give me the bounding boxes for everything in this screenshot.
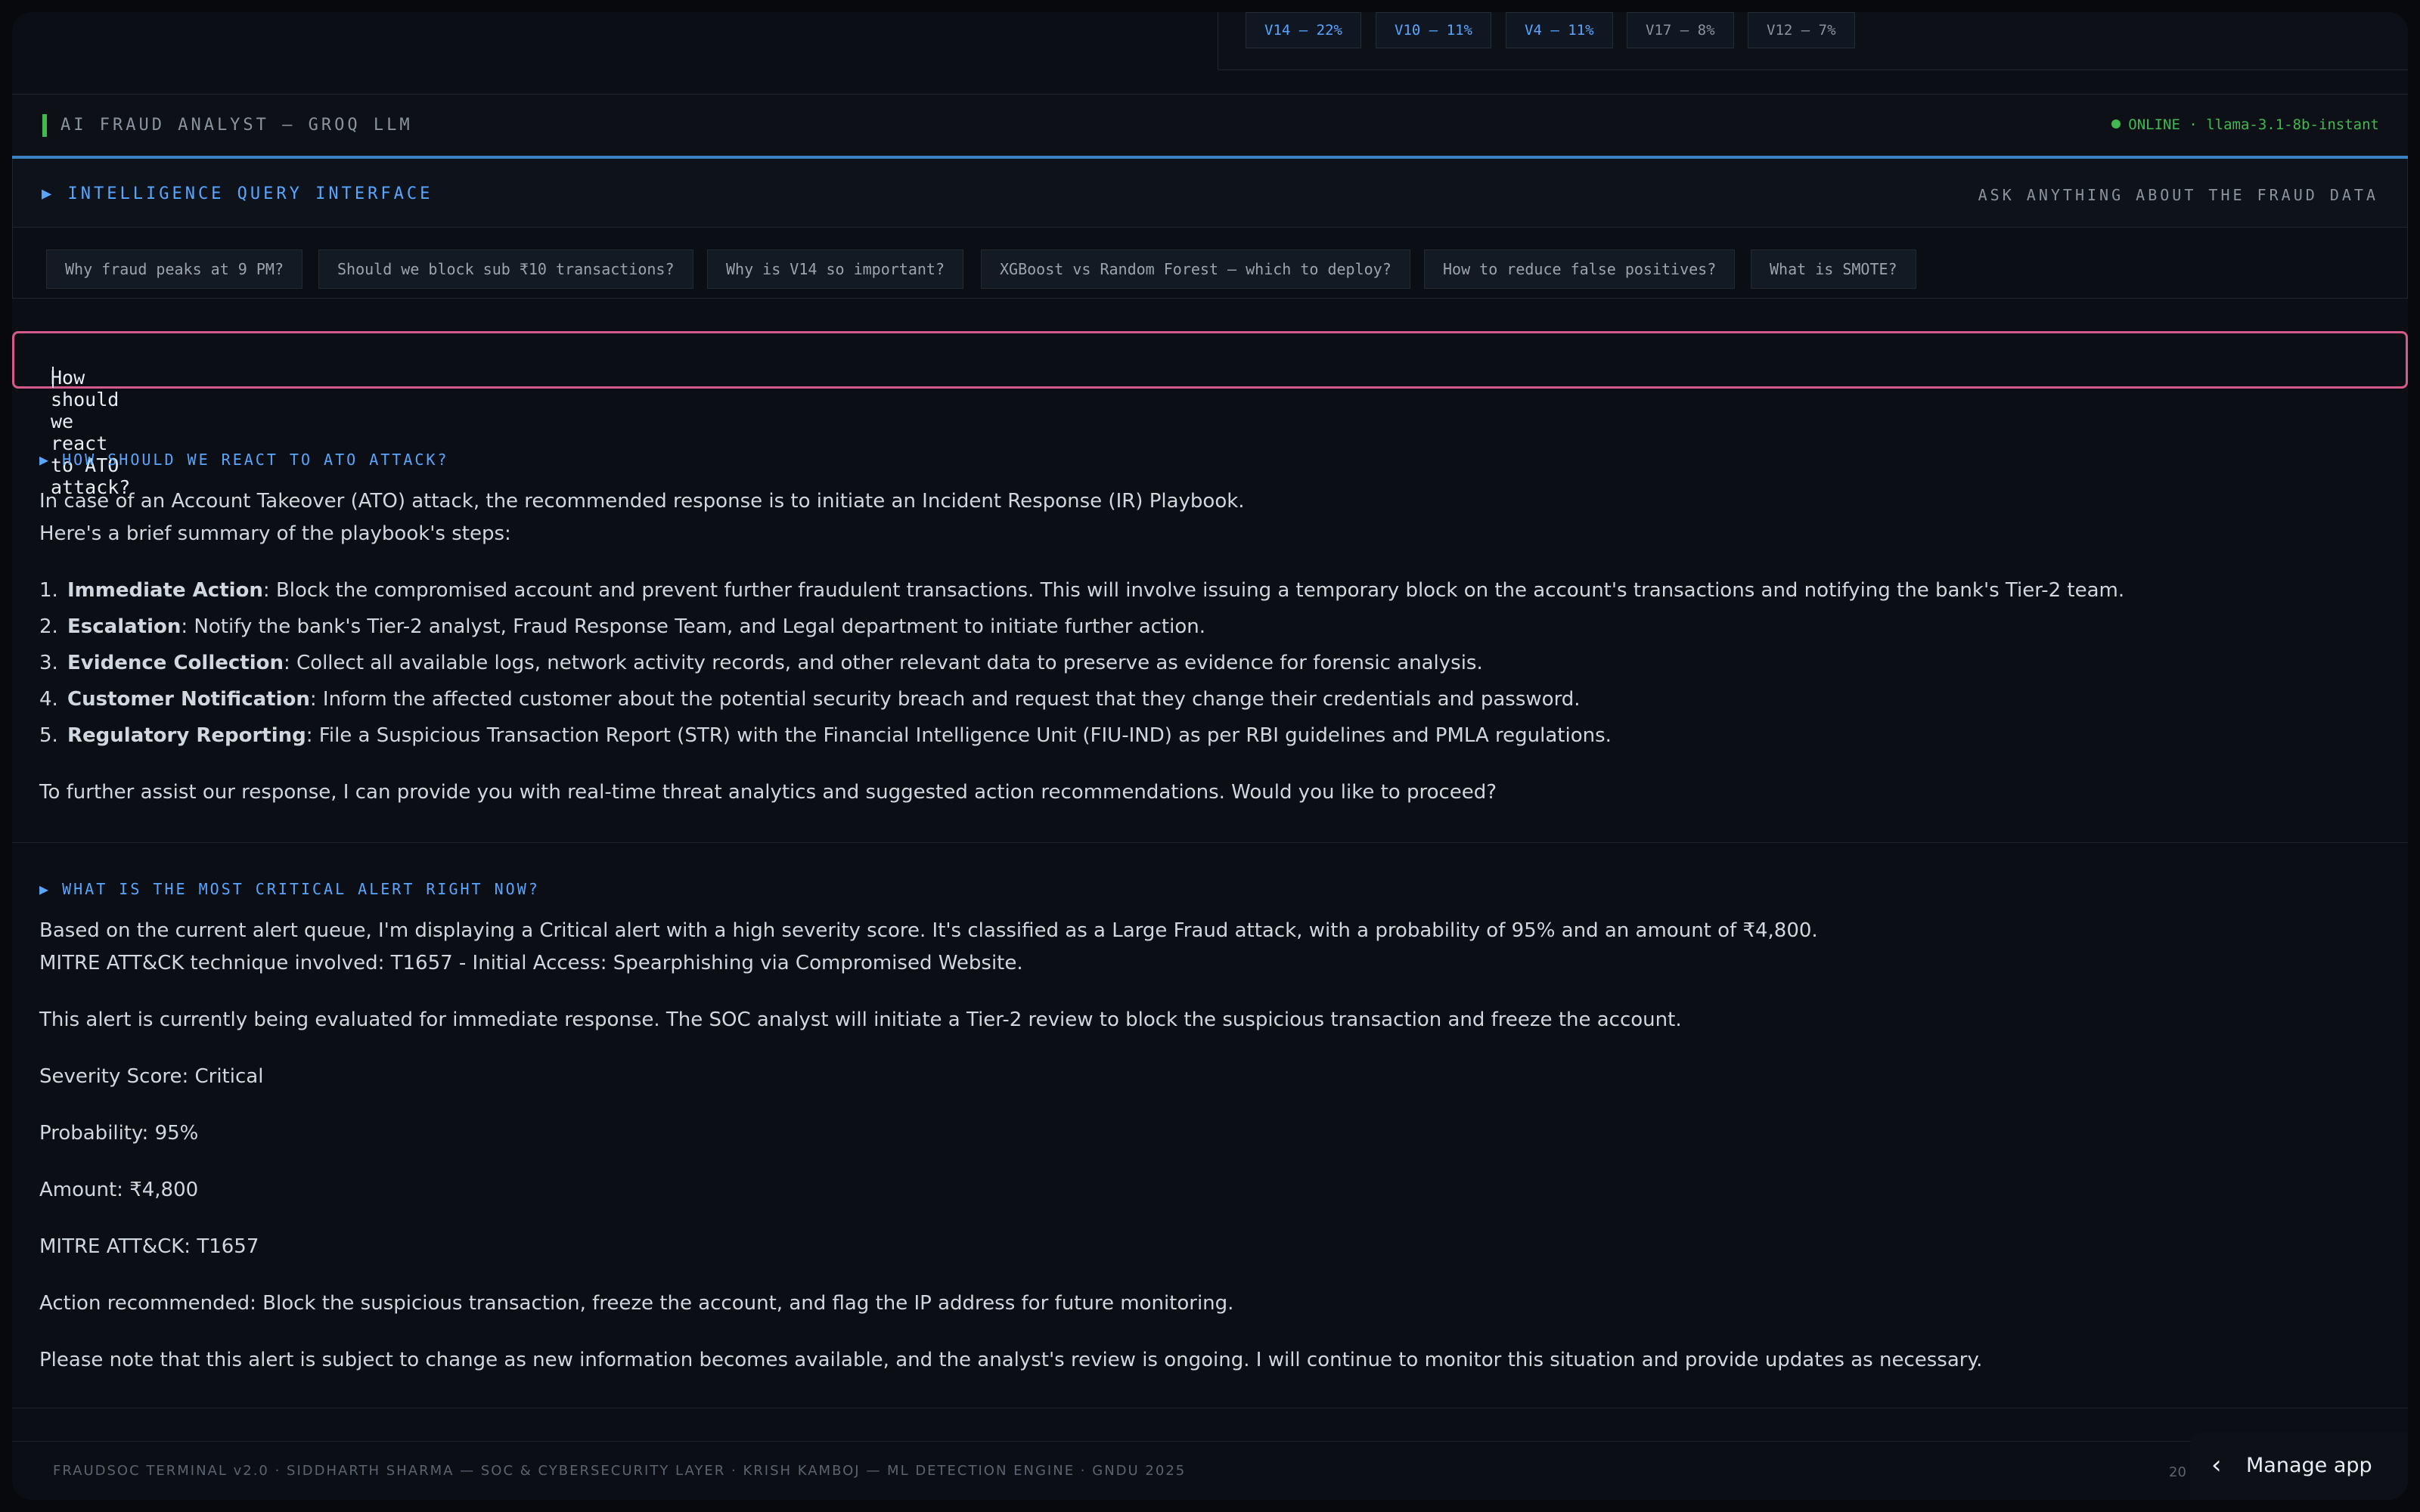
suggestion-button[interactable]: Why fraud peaks at 9 PM? (46, 249, 302, 289)
text-caret (52, 367, 54, 388)
list-number: 2. (39, 615, 58, 638)
divider (12, 842, 2408, 843)
answer-text: Action recommended: Block the suspicious… (39, 1292, 1234, 1315)
manage-app-label: Manage app (2246, 1454, 2372, 1477)
answer-text: Based on the current alert queue, I'm di… (39, 919, 1818, 942)
suggestion-button[interactable]: What is SMOTE? (1751, 249, 1916, 289)
list-number: 1. (39, 579, 58, 602)
footer-year: 20 (2169, 1464, 2186, 1480)
footer-credits: FRAUDSOC TERMINAL v2.0 · SIDDHARTH SHARM… (53, 1463, 1187, 1479)
list-item-text: : Inform the affected customer about the… (309, 688, 1581, 711)
query-interface-hint: ASK ANYTHING ABOUT THE FRAUD DATA (1978, 186, 2378, 204)
chevron-left-icon: ‹ (2211, 1450, 2222, 1480)
answer-question: ▶ HOW SHOULD WE REACT TO ATO ATTACK? (39, 451, 449, 469)
list-item-term: Customer Notification (67, 688, 310, 711)
answer-text: Please note that this alert is subject t… (39, 1349, 1983, 1371)
answer-text: To further assist our response, I can pr… (39, 781, 1497, 804)
list-number: 5. (39, 724, 58, 747)
query-interface-title: ▶ INTELLIGENCE QUERY INTERFACE (42, 184, 433, 203)
ai-analyst-title: AI FRAUD ANALYST — GROQ LLM (60, 116, 413, 135)
query-interface-header: ▶ INTELLIGENCE QUERY INTERFACE ASK ANYTH… (13, 159, 2407, 228)
manage-app-button[interactable]: ‹ Manage app (2190, 1432, 2408, 1500)
suggestion-button[interactable]: Why is V14 so important? (707, 249, 963, 289)
model-status: ONLINE · llama-3.1-8b-instant (2111, 116, 2379, 133)
list-item-term: Regulatory Reporting (67, 724, 306, 747)
answer-question: ▶ WHAT IS THE MOST CRITICAL ALERT RIGHT … (39, 880, 540, 898)
list-item-term: Immediate Action (67, 579, 263, 602)
list-item: Escalation: Notify the bank's Tier-2 ana… (67, 615, 1205, 638)
list-number: 4. (39, 688, 58, 711)
status-dot-icon (2111, 119, 2121, 129)
feature-chip: V10 — 11% (1376, 12, 1491, 48)
answer-text: Severity Score: Critical (39, 1065, 264, 1088)
app-frame: V14 — 22% V10 — 11% V4 — 11% V17 — 8% V1… (12, 12, 2408, 1500)
list-item-text: : Notify the bank's Tier-2 analyst, Frau… (181, 615, 1205, 638)
list-item-term: Escalation (67, 615, 182, 638)
list-item-text: : Block the compromised account and prev… (262, 579, 2125, 602)
feature-chip: V12 — 7% (1748, 12, 1855, 48)
answer-text: In case of an Account Takeover (ATO) att… (39, 490, 1245, 513)
suggestion-button[interactable]: XGBoost vs Random Forest — which to depl… (981, 249, 1410, 289)
feature-importance-strip: V14 — 22% V10 — 11% V4 — 11% V17 — 8% V1… (1218, 12, 2408, 70)
answer-text: This alert is currently being evaluated … (39, 1009, 1682, 1031)
model-status-text: ONLINE · llama-3.1-8b-instant (2128, 116, 2379, 133)
feature-chip: V14 — 22% (1246, 12, 1361, 48)
list-item: Immediate Action: Block the compromised … (67, 579, 2124, 602)
answer-text: Probability: 95% (39, 1122, 199, 1145)
answer-text: Amount: ₹4,800 (39, 1179, 199, 1201)
query-interface: ▶ INTELLIGENCE QUERY INTERFACE ASK ANYTH… (12, 159, 2408, 299)
suggestion-button[interactable]: How to reduce false positives? (1424, 249, 1736, 289)
suggestion-button[interactable]: Should we block sub ₹10 transactions? (318, 249, 693, 289)
query-input-text: How should we react to ATO attack? (51, 367, 131, 498)
list-item-term: Evidence Collection (67, 652, 284, 674)
feature-chip: V4 — 11% (1506, 12, 1613, 48)
list-item: Customer Notification: Inform the affect… (67, 688, 1581, 711)
ai-analyst-header: AI FRAUD ANALYST — GROQ LLM ONLINE · lla… (12, 94, 2408, 157)
list-item: Evidence Collection: Collect all availab… (67, 652, 1483, 674)
footer: FRAUDSOC TERMINAL v2.0 · SIDDHARTH SHARM… (12, 1441, 2408, 1500)
answer-text: MITRE ATT&CK technique involved: T1657 -… (39, 952, 1023, 974)
list-item-text: : File a Suspicious Transaction Report (… (306, 724, 1612, 747)
list-item: Regulatory Reporting: File a Suspicious … (67, 724, 1612, 747)
query-input[interactable]: How should we react to ATO attack? (12, 331, 2408, 498)
accent-bar (42, 114, 47, 137)
list-item-text: : Collect all available logs, network ac… (284, 652, 1483, 674)
feature-chip: V17 — 8% (1627, 12, 1734, 48)
answer-text: MITRE ATT&CK: T1657 (39, 1235, 259, 1258)
answer-text: Here's a brief summary of the playbook's… (39, 522, 511, 545)
list-number: 3. (39, 652, 58, 674)
